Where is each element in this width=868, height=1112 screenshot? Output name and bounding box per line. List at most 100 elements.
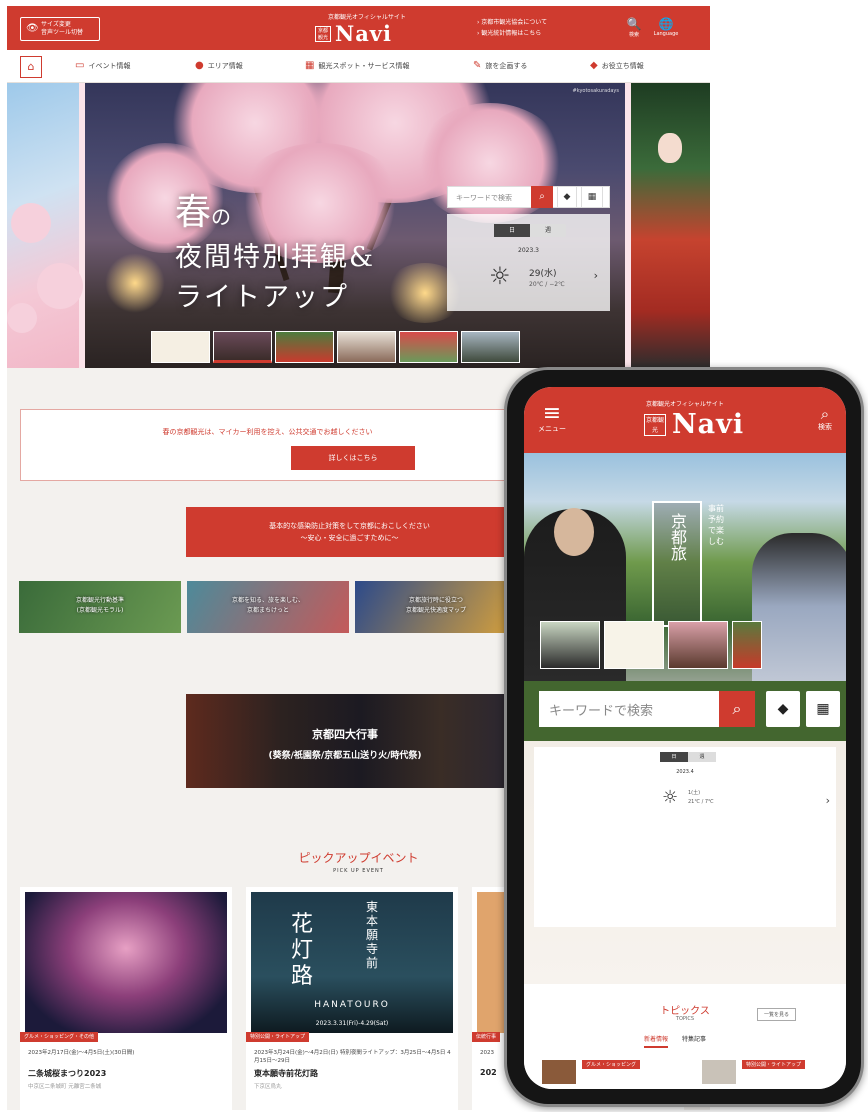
info-tiles: 京都観光行動基準 (京都観光モラル) 京都を知る、旅を楽しむ、 京都まちけっと …: [19, 581, 517, 633]
topic-badge: 特別公開・ライトアップ: [742, 1060, 806, 1069]
weather-toggle[interactable]: 日 週: [660, 752, 716, 762]
language-button[interactable]: 🌐 Language: [653, 17, 679, 38]
phone-search-input[interactable]: キーワードで検索: [539, 691, 719, 727]
thumbnail[interactable]: [151, 331, 210, 363]
tile-comfort-map[interactable]: 京都旅行時に役立つ 京都観光快適度マップ: [355, 581, 517, 633]
tab-news[interactable]: 新着情報: [644, 1034, 669, 1048]
tag-button[interactable]: ◆: [766, 691, 800, 727]
chevron-right-icon[interactable]: ›: [826, 794, 830, 807]
language-label: Language: [653, 31, 679, 37]
accessibility-toggle[interactable]: 👁 サイズ変更 音声ツール切替: [20, 17, 100, 41]
header-links: › 京都市観光協会について › 観光統計情報はこちら: [477, 17, 547, 39]
weather-toggle[interactable]: 日 週: [494, 224, 566, 237]
tile-moral[interactable]: 京都観光行動基準 (京都観光モラル): [19, 581, 181, 633]
chevron-right-icon[interactable]: ›: [594, 269, 598, 282]
four-festivals-banner[interactable]: 京都四大行事 (葵祭/祇園祭/京都五山送り火/時代祭): [186, 694, 504, 788]
calendar-button[interactable]: ▦: [806, 691, 840, 727]
thumbnail[interactable]: [399, 331, 458, 363]
site-logo[interactable]: 京都観光 Navi: [315, 21, 392, 46]
event-name: 東本願寺前花灯路: [254, 1069, 318, 1078]
weather-day: 29(水): [529, 269, 557, 279]
hero-search-button[interactable]: ⌕: [531, 186, 553, 208]
festivals-subtitle: (葵祭/祇園祭/京都五山送り火/時代祭): [268, 751, 422, 761]
home-icon: ⌂: [27, 60, 35, 73]
thumbnail[interactable]: [275, 331, 334, 363]
nav-item-events[interactable]: ▭ イベント情報: [75, 60, 130, 71]
hero-slide-prev[interactable]: [7, 83, 83, 368]
logo-text: Navi: [672, 409, 745, 440]
thumbnail[interactable]: [604, 621, 664, 669]
nav-item-plan[interactable]: ✎ 旅を企画する: [473, 60, 527, 71]
topics-tabs: 新着情報 特集記事: [644, 1034, 706, 1048]
nav-label: 観光スポット・サービス情報: [318, 61, 410, 70]
home-button[interactable]: ⌂: [20, 56, 42, 78]
thumbnail[interactable]: [461, 331, 520, 363]
size-box-line2: 音声ツール切替: [41, 29, 84, 36]
site-subtitle: 京都観光オフィシャルサイト: [328, 14, 406, 21]
event-image: [25, 892, 227, 1033]
statistics-link[interactable]: › 観光統計情報はこちら: [477, 28, 547, 39]
tag-icon: ◆: [777, 701, 789, 717]
banner-line1: 基本的な感染防止対策をして京都におこしください: [269, 522, 430, 530]
vertical-subtitle: 事前予約で楽しむ: [708, 504, 724, 546]
notice-details-button[interactable]: 詳しくはこちら: [291, 446, 415, 470]
hero-slide-next[interactable]: [631, 83, 710, 368]
tile-line1: 京都を知る、旅を楽しむ、: [231, 597, 304, 604]
search-icon: ⌕: [820, 405, 830, 423]
topic-item[interactable]: グルメ・ショッピング: [542, 1060, 641, 1084]
hero-title-line3: ライトアップ: [175, 282, 349, 313]
weather-toggle-week[interactable]: 週: [530, 224, 566, 237]
infection-banner[interactable]: 基本的な感染防止対策をして京都におこしください 〜安心・安全に過ごすために〜: [186, 507, 513, 557]
menu-button[interactable]: ≡ メニュー: [538, 403, 566, 434]
header-search-button[interactable]: 🔍 検索: [621, 18, 647, 39]
pin-icon: ●: [195, 60, 204, 71]
sun-icon: ☼: [489, 262, 511, 290]
tile-line1: 京都旅行時に役立つ: [408, 597, 463, 604]
event-image: 花灯路 東本願寺前 HANATOURO 2023.3.31(Fri)-4.29(…: [251, 892, 453, 1033]
search-icon: ⌕: [732, 699, 742, 718]
topic-item[interactable]: 特別公開・ライトアップ: [702, 1060, 806, 1084]
nav-label: 旅を企画する: [485, 61, 528, 70]
event-card[interactable]: 花灯路 東本願寺前 HANATOURO 2023.3.31(Fri)-4.29(…: [246, 887, 458, 1110]
tab-features[interactable]: 特集記事: [682, 1034, 706, 1048]
sun-icon: ☼: [662, 787, 679, 808]
phone-screen: ≡ メニュー 京都観光オフィシャルサイト 京都観光 Navi ⌕ 検索 京都旅: [524, 387, 846, 1089]
phone-search-button[interactable]: ⌕ 検索: [818, 406, 832, 432]
tile-machiket[interactable]: 京都を知る、旅を楽しむ、 京都まちけっと: [187, 581, 349, 633]
weather-temp: 20℃ / −2℃: [529, 281, 565, 288]
nav-item-area[interactable]: ● エリア情報: [195, 60, 243, 71]
phone-logo[interactable]: 京都観光 Navi: [644, 409, 744, 440]
event-card[interactable]: グルメ・ショッピング・その他 2023年2月17日(金)〜4月5日(土)(30日…: [20, 887, 232, 1110]
banner-line2: 〜安心・安全に過ごすために〜: [300, 534, 399, 542]
topics-more-button[interactable]: 一覧を見る: [756, 1008, 796, 1021]
calendar-button[interactable]: ▦: [581, 186, 603, 208]
nav-item-useful[interactable]: ◆ お役立ち情報: [590, 60, 644, 71]
nav-item-spots[interactable]: ▦ 観光スポット・サービス情報: [305, 60, 409, 71]
event-category: 伝統行事: [472, 1032, 501, 1042]
thumbnail[interactable]: [668, 621, 728, 669]
logo-seal: 京都観光: [315, 25, 331, 42]
hero-carousel: #kyotosakuradays 春の 夜間特別拝観& ライトアップ キーワード…: [7, 83, 710, 368]
topic-image: [702, 1060, 736, 1084]
phone-weather-section: 日 週 2023.4 ☼ 1(土) 21℃ / 7℃ ›: [524, 741, 846, 984]
thumbnail-active[interactable]: [540, 621, 600, 669]
thumbnail-active[interactable]: [213, 331, 272, 363]
phone-search-submit[interactable]: ⌕: [719, 691, 755, 727]
logo-text: Navi: [335, 21, 392, 46]
globe-icon: 🌐: [658, 17, 674, 31]
smartphone-frame: ≡ メニュー 京都観光オフィシャルサイト 京都観光 Navi ⌕ 検索 京都旅: [504, 367, 864, 1107]
event-place: 下京区烏丸: [254, 1084, 282, 1090]
weather-temp: 21℃ / 7℃: [688, 799, 714, 805]
weather-toggle-week[interactable]: 週: [688, 752, 716, 762]
thumbnail[interactable]: [337, 331, 396, 363]
size-box-line1: サイズ変更: [41, 21, 71, 28]
weather-toggle-day[interactable]: 日: [660, 752, 688, 762]
tag-button[interactable]: ◆: [557, 186, 577, 208]
weather-toggle-day[interactable]: 日: [494, 224, 530, 237]
thumbnail[interactable]: [732, 621, 762, 669]
about-association-link[interactable]: › 京都市観光協会について: [477, 17, 547, 28]
weather-year: 2023.4: [676, 769, 694, 775]
phone-weather-card: 日 週 2023.4 ☼ 1(土) 21℃ / 7℃ ›: [534, 747, 836, 927]
event-name: 202: [480, 1068, 497, 1077]
photo-hashtag: #kyotosakuradays: [572, 88, 619, 94]
